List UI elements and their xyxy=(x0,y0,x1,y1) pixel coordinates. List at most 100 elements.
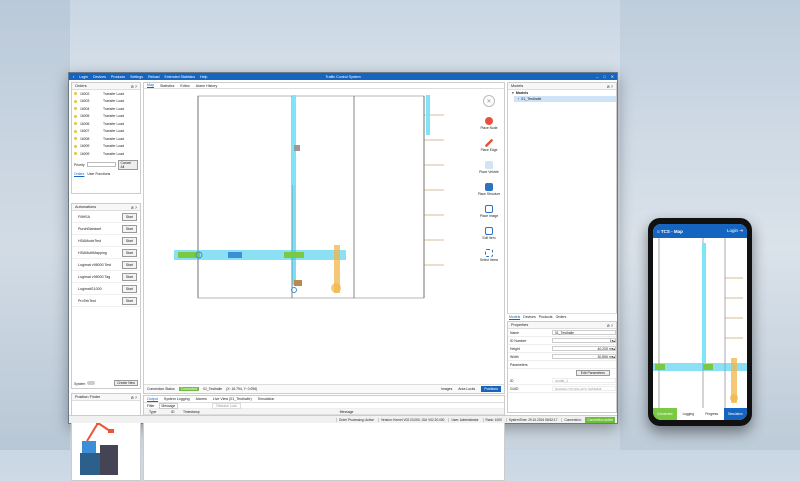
start-button[interactable]: Start xyxy=(121,272,137,281)
area-locks-label[interactable]: Area Locks xyxy=(458,387,475,391)
filter-message-input[interactable]: Message xyxy=(158,402,179,409)
app-logo-icon: ▪ xyxy=(73,74,75,79)
list-item[interactable]: 16009 Transfer Load xyxy=(72,150,140,158)
phone-tab-progress[interactable]: Progress xyxy=(700,412,724,416)
list-item[interactable]: 16004 Transfer Load xyxy=(72,105,140,113)
system-toggle[interactable] xyxy=(87,380,96,385)
start-button[interactable]: Start xyxy=(121,212,137,221)
edit-parameters-button[interactable]: Edit Parameters xyxy=(575,370,610,376)
tab-statistics[interactable]: Statistics xyxy=(160,84,174,88)
tab-system-logging[interactable]: System Logging xyxy=(164,397,190,401)
menu-reload[interactable]: Reload xyxy=(148,75,159,79)
tab-user-functions[interactable]: User Functions xyxy=(87,172,110,176)
properties-title: Properties xyxy=(511,323,529,327)
menu-settings[interactable]: Settings xyxy=(130,75,143,79)
phone-map[interactable] xyxy=(653,238,747,408)
tab-orders[interactable]: Orders xyxy=(74,172,84,176)
pin-icon[interactable]: ⊘ ? xyxy=(131,395,137,400)
tab-devices[interactable]: Devices xyxy=(523,315,535,319)
menu-devices[interactable]: Devices xyxy=(93,75,106,79)
start-button[interactable]: Start xyxy=(121,284,137,293)
start-button[interactable]: Start xyxy=(121,224,137,233)
edit-item-button[interactable]: Edit Item xyxy=(475,222,503,244)
tab-products[interactable]: Products xyxy=(539,315,553,319)
col-timestamp[interactable]: Timestamp xyxy=(183,410,229,414)
col-id[interactable]: ID xyxy=(171,410,183,414)
automations-panel: Automations ⊘ ? FillHSA Start PurchBlankset… xyxy=(71,203,141,389)
list-item[interactable]: 16003 Transfer Load xyxy=(72,98,140,106)
phone-tab-connected[interactable]: Connected xyxy=(653,408,677,420)
prop-row-width: Width 30,856 m ▾▴ xyxy=(508,353,616,361)
models-panel: Models ⊘ ? ▾ Models › 01_Testhalle xyxy=(507,82,617,314)
maximize-icon[interactable]: □ xyxy=(603,74,605,79)
tab-map[interactable]: Map xyxy=(147,83,154,88)
start-button[interactable]: Start xyxy=(121,296,137,305)
menu-help[interactable]: Help xyxy=(200,75,207,79)
list-item[interactable]: 16006 Transfer Load xyxy=(72,120,140,128)
stepper-icon[interactable]: ▾▴ xyxy=(612,355,615,359)
pin-icon[interactable]: ⊘ ? xyxy=(131,84,137,89)
tab-output[interactable]: Output xyxy=(147,397,158,402)
col-message[interactable]: Message xyxy=(229,410,464,414)
place-vehicle-button[interactable]: Place Vehicle xyxy=(475,156,503,178)
tab-alarms[interactable]: Alarms xyxy=(196,397,207,401)
positions-button[interactable]: Positions xyxy=(481,386,501,392)
stepper-icon[interactable]: ▾▴ xyxy=(612,347,615,351)
prop-key: ID xyxy=(510,378,514,383)
create-new-button[interactable]: Create New xyxy=(114,380,138,386)
place-node-button[interactable]: Place Node xyxy=(475,112,503,134)
phone-tab-simulation[interactable]: Simulation xyxy=(723,408,747,420)
tab-models[interactable]: Models xyxy=(509,315,521,320)
minimize-icon[interactable]: – xyxy=(596,74,598,79)
map-canvas[interactable] xyxy=(144,90,476,386)
place-edge-button[interactable]: Place Edge xyxy=(475,134,503,156)
place-structure-button[interactable]: Place Structure xyxy=(475,178,503,200)
close-icon[interactable]: ✕ xyxy=(611,74,614,79)
status-connection-badge: Connection Active xyxy=(585,416,615,423)
tab-live-view[interactable]: Live View (01_Testhalle) xyxy=(213,397,252,401)
order-type: Transfer Load xyxy=(103,136,124,141)
start-button[interactable]: Start xyxy=(121,248,137,257)
start-button[interactable]: Start xyxy=(121,236,137,245)
list-item: Logimat v98000 Test Start xyxy=(72,259,140,271)
list-item[interactable]: 16009 Transfer Load xyxy=(72,143,140,151)
prop-value[interactable]: 30,856 m ▾▴ xyxy=(552,354,616,359)
tab-alarm-history[interactable]: Alarm History xyxy=(196,84,218,88)
automation-name: LogimatG1000 xyxy=(78,286,102,291)
stepper-icon[interactable]: ▾▴ xyxy=(612,339,615,343)
prop-value[interactable]: 40,205 m ▾▴ xyxy=(552,346,616,351)
list-item: Logimat v98000 Tag Start xyxy=(72,271,140,283)
select-items-button[interactable]: Select Items xyxy=(475,244,503,266)
menu-products[interactable]: Products xyxy=(111,75,125,79)
prop-value[interactable]: 01_Testhalle xyxy=(552,330,616,335)
menu-extended-statistics[interactable]: Extended Statistics xyxy=(164,75,195,79)
pin-icon[interactable]: ⊘ ? xyxy=(607,323,613,328)
list-item[interactable]: 16005 Transfer Load xyxy=(72,113,140,121)
cancel-all-button[interactable]: Cancel All xyxy=(117,159,138,170)
phone-tab-logging[interactable]: Logging xyxy=(677,412,701,416)
start-button[interactable]: Start xyxy=(121,260,137,269)
list-item[interactable]: 16002 Transfer Load xyxy=(72,90,140,98)
menu-login[interactable]: Login xyxy=(79,75,88,79)
order-id: 16004 xyxy=(80,106,90,111)
status-rank: Rank: 1000 xyxy=(482,417,502,422)
tab-simulation[interactable]: Simulation xyxy=(258,397,275,401)
model-item[interactable]: › 01_Testhalle xyxy=(514,96,616,102)
tab-editor[interactable]: Editor xyxy=(180,84,189,88)
place-image-button[interactable]: Place Image xyxy=(475,200,503,222)
release-lock-button[interactable]: Release Lock xyxy=(212,402,241,409)
prop-value[interactable]: 1 ▾▴ xyxy=(552,338,616,343)
status-bar: Order Processing: Active Version: Kernel… xyxy=(69,415,617,423)
priority-select[interactable] xyxy=(86,162,116,167)
pin-icon[interactable]: ⊘ ? xyxy=(131,205,137,210)
col-type[interactable]: Type xyxy=(149,410,171,414)
list-item[interactable]: 16008 Transfer Load xyxy=(72,135,140,143)
tab-orders-right[interactable]: Orders xyxy=(556,315,567,319)
images-label[interactable]: Images xyxy=(441,387,452,391)
order-type: Transfer Load xyxy=(103,144,124,149)
list-item[interactable]: 16007 Transfer Load xyxy=(72,128,140,136)
close-circle-button[interactable]: ✕ xyxy=(475,90,503,112)
phone-login-button[interactable]: Login ⇥ xyxy=(727,228,743,234)
pin-icon[interactable]: ⊘ ? xyxy=(607,84,613,89)
status-user: User: Administrator xyxy=(448,417,479,422)
